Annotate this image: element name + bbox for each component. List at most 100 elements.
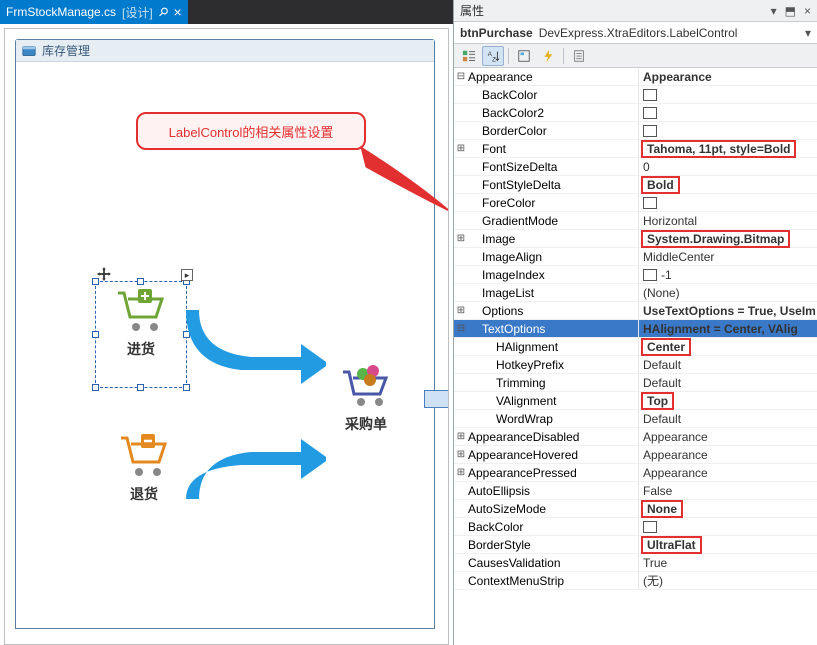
prop-row-GradientMode[interactable]: GradientModeHorizontal (454, 212, 817, 230)
tab-pin-icon[interactable]: ⚲ (155, 4, 171, 20)
form-body[interactable]: LabelControl的相关属性设置 (16, 62, 434, 628)
prop-value[interactable]: HAlignment = Center, VAlig (638, 320, 817, 337)
prop-row-BorderStyle[interactable]: BorderStyleUltraFlat (454, 536, 817, 554)
prop-value[interactable]: Default (638, 356, 817, 373)
prop-row-AutoEllipsis[interactable]: AutoEllipsisFalse (454, 482, 817, 500)
expand-toggle[interactable]: ⊞ (454, 302, 468, 319)
btn-purchase[interactable]: 进货 (101, 287, 181, 382)
prop-value[interactable]: False (638, 482, 817, 499)
prop-row-ContextMenuStrip[interactable]: ContextMenuStrip(无) (454, 572, 817, 590)
prop-row-AutoSizeMode[interactable]: AutoSizeModeNone (454, 500, 817, 518)
resize-handle-bc[interactable] (137, 384, 144, 391)
prop-row-Font[interactable]: ⊞FontTahoma, 11pt, style=Bold (454, 140, 817, 158)
prop-row-ImageIndex[interactable]: ImageIndex-1 (454, 266, 817, 284)
prop-name: ForeColor (482, 194, 638, 211)
chevron-down-icon[interactable]: ▾ (805, 26, 811, 40)
expand-toggle[interactable]: ⊞ (454, 464, 468, 481)
prop-value[interactable]: True (638, 554, 817, 571)
prop-value[interactable]: (无) (638, 572, 817, 589)
categorized-icon[interactable] (458, 46, 480, 66)
color-swatch (643, 269, 657, 281)
tab-mode: [设计] (122, 4, 153, 21)
prop-row-CausesValidation[interactable]: CausesValidationTrue (454, 554, 817, 572)
smart-tag-icon[interactable] (181, 269, 193, 281)
prop-row-ImageList[interactable]: ImageList(None) (454, 284, 817, 302)
pin-icon[interactable]: ⬒ (785, 4, 796, 18)
svg-text:Z: Z (492, 56, 496, 63)
prop-value[interactable]: UltraFlat (638, 536, 817, 553)
btn-return[interactable]: 退货 (104, 432, 184, 527)
prop-row-BackColor[interactable]: BackColor (454, 86, 817, 104)
btn-order[interactable]: 采购单 (326, 362, 406, 457)
prop-value[interactable]: 0 (638, 158, 817, 175)
prop-row-BackColor2[interactable]: BackColor2 (454, 104, 817, 122)
resize-handle-ml[interactable] (92, 331, 99, 338)
form-window[interactable]: 库存管理 LabelControl的相关属性设置 (15, 39, 435, 629)
arrow-purchase-to-order (186, 307, 326, 387)
prop-value[interactable]: None (638, 500, 817, 517)
prop-value[interactable]: Appearance (638, 428, 817, 445)
prop-row-VAlignment[interactable]: VAlignmentTop (454, 392, 817, 410)
prop-value[interactable]: Appearance (638, 446, 817, 463)
prop-row-HAlignment[interactable]: HAlignmentCenter (454, 338, 817, 356)
prop-row-AppearanceHovered[interactable]: ⊞AppearanceHoveredAppearance (454, 446, 817, 464)
prop-row-ForeColor[interactable]: ForeColor (454, 194, 817, 212)
active-document-tab[interactable]: FrmStockManage.cs [设计] ⚲ × (0, 0, 188, 24)
prop-value[interactable]: Tahoma, 11pt, style=Bold (638, 140, 817, 157)
prop-value[interactable]: MiddleCenter (638, 248, 817, 265)
prop-value[interactable]: (None) (638, 284, 817, 301)
prop-value[interactable]: -1 (638, 266, 817, 283)
prop-value[interactable] (638, 122, 817, 139)
prop-row-ImageAlign[interactable]: ImageAlignMiddleCenter (454, 248, 817, 266)
prop-row-Options[interactable]: ⊞OptionsUseTextOptions = True, UseIm (454, 302, 817, 320)
expand-toggle[interactable]: ⊞ (454, 446, 468, 463)
prop-value[interactable]: Appearance (638, 68, 817, 85)
property-pages-icon[interactable] (568, 46, 590, 66)
prop-value[interactable]: Bold (638, 176, 817, 193)
dropdown-icon[interactable]: ▾ (771, 4, 777, 18)
properties-icon[interactable] (513, 46, 535, 66)
prop-value[interactable]: Horizontal (638, 212, 817, 229)
prop-row-AppearancePressed[interactable]: ⊞AppearancePressedAppearance (454, 464, 817, 482)
alphabetical-icon[interactable]: AZ (482, 46, 504, 66)
expand-toggle[interactable]: ⊟ (454, 68, 468, 85)
expand-toggle[interactable]: ⊟ (454, 320, 468, 337)
expand-toggle[interactable]: ⊞ (454, 140, 468, 157)
resize-handle-bl[interactable] (92, 384, 99, 391)
prop-row-FontSizeDelta[interactable]: FontSizeDelta0 (454, 158, 817, 176)
prop-value[interactable]: Top (638, 392, 817, 409)
prop-row-BorderColor[interactable]: BorderColor (454, 122, 817, 140)
property-grid[interactable]: ⊟AppearanceAppearanceBackColorBackColor2… (454, 68, 817, 645)
move-icon[interactable] (97, 267, 111, 281)
prop-value[interactable]: System.Drawing.Bitmap (638, 230, 817, 247)
prop-value[interactable] (638, 518, 817, 535)
annotation-tail (356, 142, 449, 242)
component-selector[interactable]: btnPurchase DevExpress.XtraEditors.Label… (454, 22, 817, 44)
prop-value[interactable] (638, 194, 817, 211)
prop-row-BackColor[interactable]: BackColor (454, 518, 817, 536)
prop-value[interactable]: Appearance (638, 464, 817, 481)
prop-row-Appearance[interactable]: ⊟AppearanceAppearance (454, 68, 817, 86)
prop-value[interactable] (638, 86, 817, 103)
close-panel-icon[interactable]: × (804, 4, 811, 18)
prop-row-AppearanceDisabled[interactable]: ⊞AppearanceDisabledAppearance (454, 428, 817, 446)
prop-row-Trimming[interactable]: TrimmingDefault (454, 374, 817, 392)
prop-row-FontStyleDelta[interactable]: FontStyleDeltaBold (454, 176, 817, 194)
designer-surface[interactable]: 库存管理 LabelControl的相关属性设置 (4, 28, 449, 645)
prop-row-WordWrap[interactable]: WordWrapDefault (454, 410, 817, 428)
prop-name: VAlignment (496, 392, 638, 409)
prop-value[interactable]: Default (638, 410, 817, 427)
prop-row-Image[interactable]: ⊞ImageSystem.Drawing.Bitmap (454, 230, 817, 248)
prop-value[interactable] (638, 104, 817, 121)
prop-row-HotkeyPrefix[interactable]: HotkeyPrefixDefault (454, 356, 817, 374)
prop-value[interactable]: Default (638, 374, 817, 391)
prop-value[interactable]: UseTextOptions = True, UseIm (638, 302, 817, 319)
expand-toggle[interactable]: ⊞ (454, 230, 468, 247)
events-icon[interactable] (537, 46, 559, 66)
prop-row-TextOptions[interactable]: ⊟TextOptionsHAlignment = Center, VAlig (454, 320, 817, 338)
resize-handle-tc[interactable] (137, 278, 144, 285)
close-icon[interactable]: × (174, 4, 182, 20)
expand-toggle[interactable]: ⊞ (454, 428, 468, 445)
expand-toggle (454, 410, 468, 427)
prop-value[interactable]: Center (638, 338, 817, 355)
